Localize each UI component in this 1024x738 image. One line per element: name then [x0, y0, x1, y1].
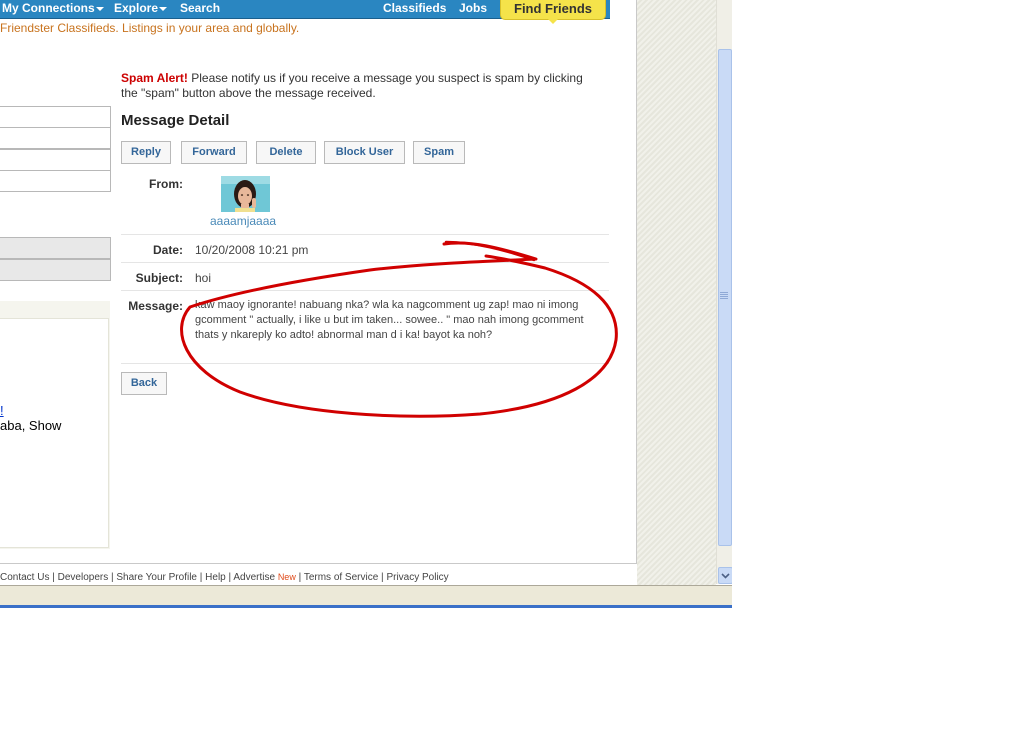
status-bar-edge — [0, 605, 732, 608]
scroll-down-button[interactable] — [718, 567, 732, 584]
red-circle-annotation — [180, 240, 618, 418]
new-badge: New — [277, 572, 296, 582]
footer-help-link[interactable]: Help — [205, 572, 226, 583]
footer-privacy-link[interactable]: Privacy Policy — [386, 572, 448, 583]
footer-contact-link[interactable]: Contact Us — [0, 572, 49, 583]
footer-links: Contact Us | Developers | Share Your Pro… — [0, 572, 449, 583]
chevron-down-icon — [721, 573, 730, 579]
footer-share-profile-link[interactable]: Share Your Profile — [116, 572, 197, 583]
browser-viewport: My Connections Explore Search Classified… — [0, 0, 732, 608]
footer-terms-link[interactable]: Terms of Service — [304, 572, 378, 583]
footer-advertise-link[interactable]: Advertise — [233, 572, 275, 583]
footer-developers-link[interactable]: Developers — [58, 572, 109, 583]
status-bar — [0, 585, 732, 606]
scrollbar-grip-icon — [720, 292, 728, 300]
